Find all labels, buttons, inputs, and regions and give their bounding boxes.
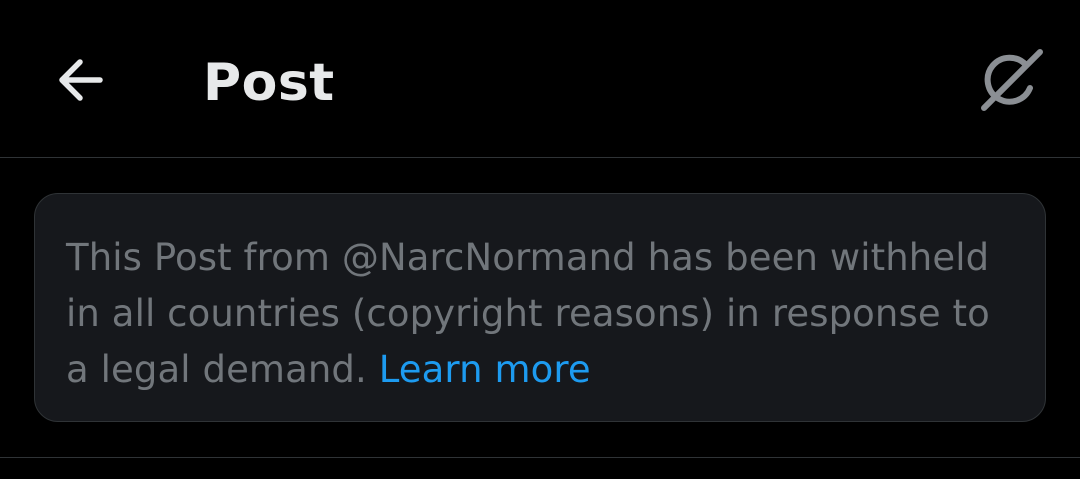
learn-more-link[interactable]: Learn more xyxy=(379,348,591,391)
back-button[interactable] xyxy=(40,42,120,122)
withheld-notice-card: This Post from @NarcNormand has been wit… xyxy=(34,193,1046,422)
grok-button[interactable] xyxy=(968,40,1052,124)
withheld-notice-text: This Post from @NarcNormand has been wit… xyxy=(66,230,1015,398)
page-title: Post xyxy=(203,53,335,113)
arrow-left-icon xyxy=(54,54,106,110)
divider xyxy=(0,457,1080,458)
top-app-bar: Post xyxy=(0,0,1080,158)
grok-icon xyxy=(974,44,1046,120)
